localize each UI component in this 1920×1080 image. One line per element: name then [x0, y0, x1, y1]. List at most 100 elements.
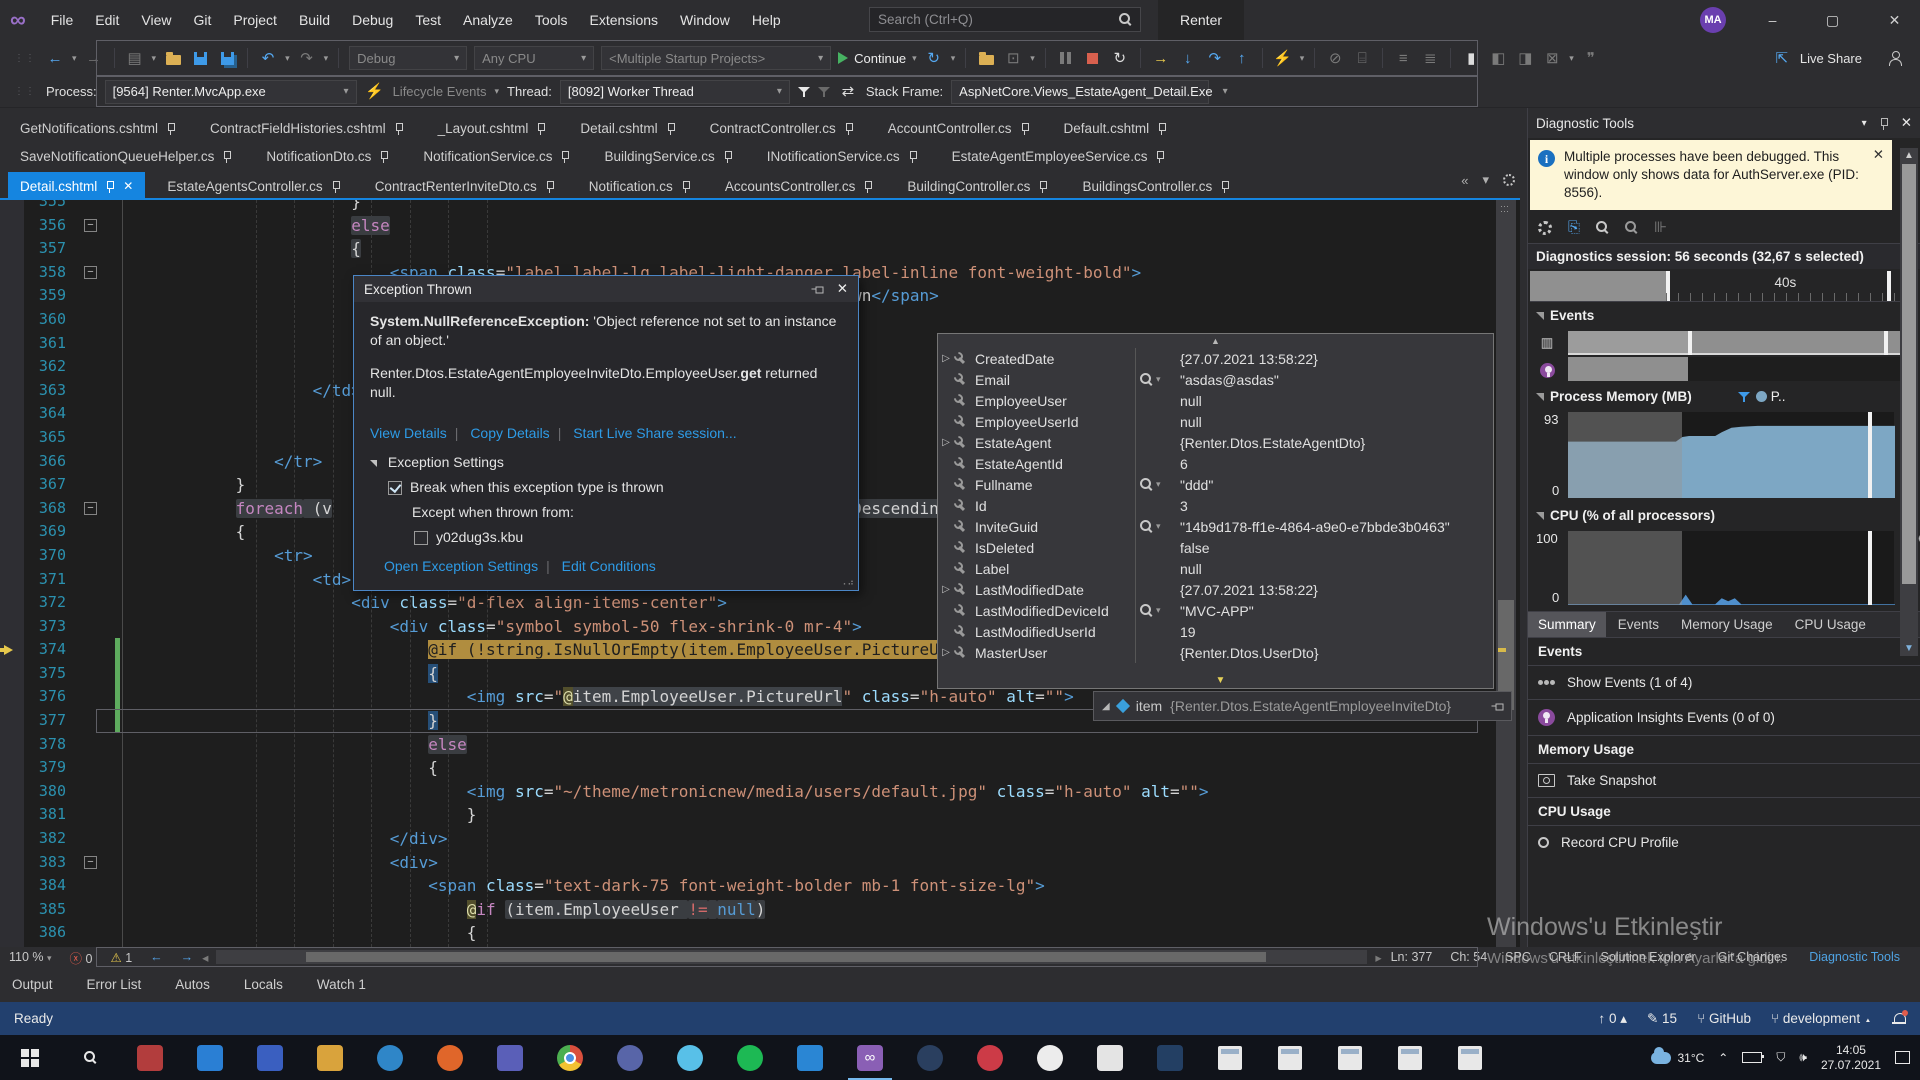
line-number[interactable]: 385	[0, 898, 70, 922]
line-number[interactable]: 383	[0, 851, 70, 875]
suppress-flow-icon[interactable]: ⇄	[838, 80, 858, 104]
notifications-bell-icon[interactable]	[1892, 1012, 1906, 1026]
exception-popup-titlebar[interactable]: Exception Thrown ✕	[354, 276, 858, 302]
repo-indicator[interactable]: ⑂ GitHub	[1697, 1011, 1751, 1026]
text-visualizer-icon[interactable]	[1140, 373, 1153, 386]
open-exception-settings-link[interactable]: Open Exception Settings	[384, 558, 538, 574]
line-number[interactable]: 365	[0, 426, 70, 450]
taskbar-firefox[interactable]	[420, 1035, 480, 1080]
start-live-share-link[interactable]: Start Live Share session...	[573, 425, 736, 441]
scroll-tabs-icon[interactable]: «	[1461, 173, 1468, 188]
tab-NotificationDto.cs[interactable]: NotificationDto.cs	[254, 142, 401, 170]
live-share-icon[interactable]: ⇱	[1772, 46, 1792, 70]
text-visualizer-icon[interactable]	[1140, 478, 1153, 491]
taskbar-app-red[interactable]	[120, 1035, 180, 1080]
datatip-row-EstateAgentId[interactable]: EstateAgentId6	[938, 453, 1493, 474]
taskbar-photos[interactable]	[660, 1035, 720, 1080]
take-snapshot-link[interactable]: Take Snapshot	[1528, 764, 1920, 798]
pin-icon[interactable]	[844, 122, 854, 135]
fold-icon[interactable]: −	[84, 856, 97, 869]
pin-icon[interactable]	[863, 180, 873, 193]
pin-icon[interactable]	[1020, 122, 1030, 135]
filter-flagged-icon[interactable]	[818, 86, 830, 98]
restart-icon[interactable]: ↻	[924, 46, 944, 70]
pin-icon[interactable]	[1492, 701, 1505, 711]
taskbar-app-window-4[interactable]	[1380, 1035, 1440, 1080]
filter-threads-icon[interactable]	[798, 86, 810, 98]
timeline-selection[interactable]	[1530, 271, 1666, 301]
scrollbar-thumb[interactable]	[306, 952, 1266, 962]
tab-Default.cshtml[interactable]: Default.cshtml	[1052, 114, 1180, 142]
code-line-386[interactable]: 386 {	[0, 921, 1520, 945]
memory-section-header[interactable]: Process Memory (MB) P..	[1528, 383, 1920, 410]
redo-icon[interactable]: ↷	[297, 46, 317, 70]
code-line-379[interactable]: 379 {	[0, 756, 1520, 780]
pin-icon[interactable]	[1155, 150, 1165, 163]
stop-debugging-icon[interactable]	[1083, 46, 1103, 70]
line-number[interactable]: 362	[0, 355, 70, 379]
diagnostic-tools-titlebar[interactable]: Diagnostic Tools ▾ ✕	[1528, 108, 1920, 138]
menu-build[interactable]: Build	[288, 12, 341, 28]
zoom-select[interactable]: 110 % ▾	[9, 950, 52, 964]
reset-view-icon[interactable]: ⊪	[1654, 220, 1667, 235]
line-number[interactable]: 367	[0, 473, 70, 497]
volume-icon[interactable]: 🕪	[1799, 1050, 1807, 1065]
scroll-up-icon[interactable]: ▲	[1900, 150, 1918, 161]
toolbar-grip[interactable]: ⋮⋮	[14, 86, 36, 97]
line-number[interactable]: 386	[0, 921, 70, 945]
settings-gear-icon[interactable]	[1538, 221, 1552, 235]
line-number[interactable]: 375	[0, 662, 70, 686]
events-track[interactable]	[1568, 331, 1912, 355]
lifecycle-events-icon[interactable]: ⚡	[365, 80, 385, 104]
line-number[interactable]: 369	[0, 520, 70, 544]
taskbar-movies-tv[interactable]	[240, 1035, 300, 1080]
open-folder-icon[interactable]	[163, 46, 183, 70]
live-share-label[interactable]: Live Share	[1800, 51, 1862, 66]
code-line-380[interactable]: 380 <img src="~/theme/metronicnew/media/…	[0, 780, 1520, 804]
line-indicator[interactable]: Ln: 377	[1391, 950, 1433, 964]
line-number[interactable]: 380	[0, 780, 70, 804]
datatip-row-EmployeeUser[interactable]: EmployeeUsernull	[938, 390, 1493, 411]
code-line-378[interactable]: 378 else	[0, 733, 1520, 757]
tab-memory-usage[interactable]: Memory Usage	[1671, 612, 1783, 637]
step-over-icon[interactable]: ↷	[1205, 46, 1225, 70]
taskbar-terminal[interactable]	[1140, 1035, 1200, 1080]
tab-BuildingController.cs[interactable]: BuildingController.cs	[895, 172, 1060, 200]
solution-platform-select[interactable]: Any CPU▾	[474, 46, 594, 70]
search-input[interactable]: Search (Ctrl+Q)	[869, 7, 1141, 32]
menu-git[interactable]: Git	[182, 12, 222, 28]
memory-filter-icon[interactable]	[1738, 391, 1750, 403]
code-line-381[interactable]: 381 }	[0, 803, 1520, 827]
panel-tab-error-list[interactable]: Error List	[87, 977, 142, 992]
tab-ContractController.cs[interactable]: ContractController.cs	[698, 114, 866, 142]
line-number[interactable]: 377	[0, 709, 70, 733]
line-number[interactable]: 379	[0, 756, 70, 780]
panel-tab-watch-1[interactable]: Watch 1	[317, 977, 366, 992]
tab-settings-icon[interactable]	[1503, 174, 1515, 186]
tab-ContractFieldHistories.cshtml[interactable]: ContractFieldHistories.cshtml	[198, 114, 416, 142]
taskbar-teams[interactable]	[480, 1035, 540, 1080]
edit-conditions-link[interactable]: Edit Conditions	[562, 558, 656, 574]
close-icon[interactable]: ✕	[1901, 115, 1912, 131]
taskbar-app-window-1[interactable]	[1200, 1035, 1260, 1080]
line-number[interactable]: 366	[0, 450, 70, 474]
scroll-down-icon[interactable]: ▼	[1216, 675, 1226, 686]
column-indicator[interactable]: Ch: 54	[1450, 950, 1487, 964]
events-section-header[interactable]: Events	[1528, 302, 1920, 329]
datatip-row-EmployeeUserId[interactable]: EmployeeUserIdnull	[938, 411, 1493, 432]
scroll-down-icon[interactable]: ▼	[1900, 643, 1918, 654]
tab-ContractRenterInviteDto.cs[interactable]: ContractRenterInviteDto.cs	[363, 172, 567, 200]
line-number[interactable]: 361	[0, 332, 70, 356]
taskbar-chrome[interactable]	[540, 1035, 600, 1080]
taskbar-github-desktop[interactable]	[1020, 1035, 1080, 1080]
bookmark-icon[interactable]: ▮	[1461, 46, 1481, 70]
taskbar-opera[interactable]	[960, 1035, 1020, 1080]
fold-icon[interactable]: −	[84, 219, 97, 232]
warning-count[interactable]: ⚠ 1	[110, 950, 132, 965]
datatip-row-LastModifiedDeviceId[interactable]: LastModifiedDeviceId▾"MVC-APP"	[938, 600, 1493, 621]
line-number[interactable]: 368	[0, 497, 70, 521]
pin-icon[interactable]	[545, 180, 555, 193]
line-number[interactable]: 358	[0, 261, 70, 285]
break-when-thrown-checkbox[interactable]	[388, 481, 402, 495]
expand-icon[interactable]: ▷	[938, 353, 954, 364]
